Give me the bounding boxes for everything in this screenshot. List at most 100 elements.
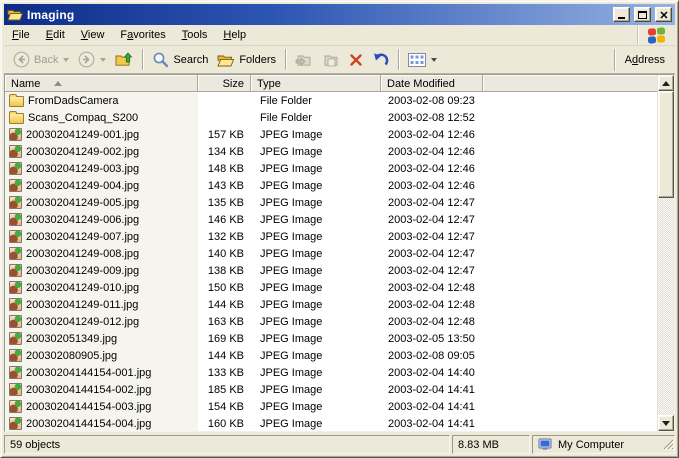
undo-button[interactable] bbox=[368, 49, 393, 70]
file-date-modified: 2003-02-04 12:46 bbox=[381, 180, 483, 192]
table-row[interactable]: 200302041249-010.jpg 150 KB JPEG Image 2… bbox=[5, 279, 657, 296]
close-button[interactable] bbox=[655, 7, 672, 22]
table-row[interactable]: 200302041249-012.jpg 163 KB JPEG Image 2… bbox=[5, 313, 657, 330]
table-row[interactable]: 200302041249-007.jpg 132 KB JPEG Image 2… bbox=[5, 228, 657, 245]
file-date-modified: 2003-02-08 09:23 bbox=[381, 95, 483, 107]
scroll-down-button[interactable] bbox=[658, 415, 674, 431]
jpeg-image-icon bbox=[9, 383, 22, 396]
up-button[interactable] bbox=[111, 49, 137, 70]
forward-icon bbox=[78, 51, 95, 68]
search-label: Search bbox=[173, 54, 208, 66]
titlebar[interactable]: Imaging bbox=[4, 4, 675, 25]
jpeg-image-icon bbox=[9, 247, 22, 260]
file-size: 144 KB bbox=[198, 299, 251, 311]
column-header-type[interactable]: Type bbox=[251, 75, 381, 92]
file-date-modified: 2003-02-04 12:46 bbox=[381, 163, 483, 175]
copy-to-button[interactable] bbox=[318, 50, 344, 70]
table-row[interactable]: 200302041249-006.jpg 146 KB JPEG Image 2… bbox=[5, 211, 657, 228]
file-size: 150 KB bbox=[198, 282, 251, 294]
file-name: 20030204144154-003.jpg bbox=[26, 401, 151, 413]
table-row[interactable]: 200302041249-009.jpg 138 KB JPEG Image 2… bbox=[5, 262, 657, 279]
file-name: 200302041249-003.jpg bbox=[26, 163, 139, 175]
vertical-scrollbar[interactable] bbox=[657, 75, 674, 431]
jpeg-image-icon bbox=[9, 162, 22, 175]
table-row[interactable]: 200302051349.jpg 169 KB JPEG Image 2003-… bbox=[5, 330, 657, 347]
address-bar-button[interactable]: Address bbox=[614, 49, 673, 71]
jpeg-image-icon bbox=[9, 332, 22, 345]
jpeg-image-icon bbox=[9, 213, 22, 226]
menu-file[interactable]: File bbox=[4, 25, 38, 45]
undo-icon bbox=[372, 52, 389, 67]
table-row[interactable]: 20030204144154-002.jpg 185 KB JPEG Image… bbox=[5, 381, 657, 398]
file-size: 132 KB bbox=[198, 231, 251, 243]
column-header-name[interactable]: Name bbox=[5, 75, 198, 92]
file-type: JPEG Image bbox=[251, 197, 381, 209]
back-label: Back bbox=[34, 54, 58, 66]
file-size: 138 KB bbox=[198, 265, 251, 277]
table-row[interactable]: 20030204144154-003.jpg 154 KB JPEG Image… bbox=[5, 398, 657, 415]
file-date-modified: 2003-02-04 12:47 bbox=[381, 231, 483, 243]
table-row[interactable]: FromDadsCamera File Folder 2003-02-08 09… bbox=[5, 92, 657, 109]
maximize-button[interactable] bbox=[634, 7, 651, 22]
file-type: JPEG Image bbox=[251, 401, 381, 413]
file-name: 200302041249-012.jpg bbox=[26, 316, 139, 328]
scroll-up-icon bbox=[662, 81, 670, 86]
menu-favorites[interactable]: Favorites bbox=[112, 25, 173, 45]
table-row[interactable]: 200302041249-008.jpg 140 KB JPEG Image 2… bbox=[5, 245, 657, 262]
column-header-size[interactable]: Size bbox=[198, 75, 251, 92]
my-computer-icon bbox=[538, 438, 553, 451]
jpeg-image-icon bbox=[9, 230, 22, 243]
menu-tools[interactable]: Tools bbox=[174, 25, 216, 45]
jpeg-image-icon bbox=[9, 298, 22, 311]
file-type: JPEG Image bbox=[251, 129, 381, 141]
jpeg-image-icon bbox=[9, 196, 22, 209]
explorer-window: Imaging FileEditViewFavoritesToolsHelp B… bbox=[0, 0, 679, 458]
forward-button[interactable] bbox=[74, 48, 110, 71]
jpeg-image-icon bbox=[9, 315, 22, 328]
file-size: 146 KB bbox=[198, 214, 251, 226]
window-open-folder-icon bbox=[7, 8, 23, 21]
forward-dropdown-icon[interactable] bbox=[100, 58, 106, 62]
scroll-up-button[interactable] bbox=[658, 75, 674, 91]
folders-button[interactable]: Folders bbox=[213, 50, 280, 70]
column-header-date-modified[interactable]: Date Modified bbox=[381, 75, 483, 92]
file-date-modified: 2003-02-08 09:05 bbox=[381, 350, 483, 362]
menu-edit[interactable]: Edit bbox=[38, 25, 73, 45]
table-row[interactable]: 200302041249-001.jpg 157 KB JPEG Image 2… bbox=[5, 126, 657, 143]
table-row[interactable]: 20030204144154-001.jpg 133 KB JPEG Image… bbox=[5, 364, 657, 381]
views-button[interactable] bbox=[404, 50, 441, 70]
menubar: FileEditViewFavoritesToolsHelp bbox=[4, 25, 675, 46]
file-type: JPEG Image bbox=[251, 214, 381, 226]
menu-help[interactable]: Help bbox=[215, 25, 254, 45]
table-row[interactable]: 200302041249-005.jpg 135 KB JPEG Image 2… bbox=[5, 194, 657, 211]
table-row[interactable]: 200302041249-002.jpg 134 KB JPEG Image 2… bbox=[5, 143, 657, 160]
minimize-button[interactable] bbox=[613, 7, 630, 22]
file-size: 134 KB bbox=[198, 146, 251, 158]
delete-button[interactable] bbox=[345, 50, 367, 70]
table-row[interactable]: 200302041249-011.jpg 144 KB JPEG Image 2… bbox=[5, 296, 657, 313]
back-dropdown-icon[interactable] bbox=[63, 58, 69, 62]
table-row[interactable]: 200302041249-004.jpg 143 KB JPEG Image 2… bbox=[5, 177, 657, 194]
scrollbar-thumb[interactable] bbox=[658, 91, 674, 198]
search-button[interactable]: Search bbox=[148, 48, 212, 71]
file-type: JPEG Image bbox=[251, 265, 381, 277]
file-size: 154 KB bbox=[198, 401, 251, 413]
table-row[interactable]: Scans_Compaq_S200 File Folder 2003-02-08… bbox=[5, 109, 657, 126]
move-to-button[interactable] bbox=[291, 50, 317, 70]
back-button[interactable]: Back bbox=[9, 48, 73, 71]
file-name: 200302041249-006.jpg bbox=[26, 214, 139, 226]
toolbar: Back Search bbox=[4, 46, 675, 74]
file-type: JPEG Image bbox=[251, 231, 381, 243]
jpeg-image-icon bbox=[9, 264, 22, 277]
table-row[interactable]: 20030204144154-004.jpg 160 KB JPEG Image… bbox=[5, 415, 657, 431]
jpeg-image-icon bbox=[9, 145, 22, 158]
menu-view[interactable]: View bbox=[73, 25, 113, 45]
table-row[interactable]: 200302080905.jpg 144 KB JPEG Image 2003-… bbox=[5, 347, 657, 364]
file-size: 133 KB bbox=[198, 367, 251, 379]
folders-icon bbox=[217, 53, 235, 67]
file-type: JPEG Image bbox=[251, 248, 381, 260]
views-dropdown-icon[interactable] bbox=[431, 58, 437, 62]
scrollbar-track[interactable] bbox=[658, 198, 674, 415]
resize-grip[interactable] bbox=[661, 437, 674, 453]
table-row[interactable]: 200302041249-003.jpg 148 KB JPEG Image 2… bbox=[5, 160, 657, 177]
